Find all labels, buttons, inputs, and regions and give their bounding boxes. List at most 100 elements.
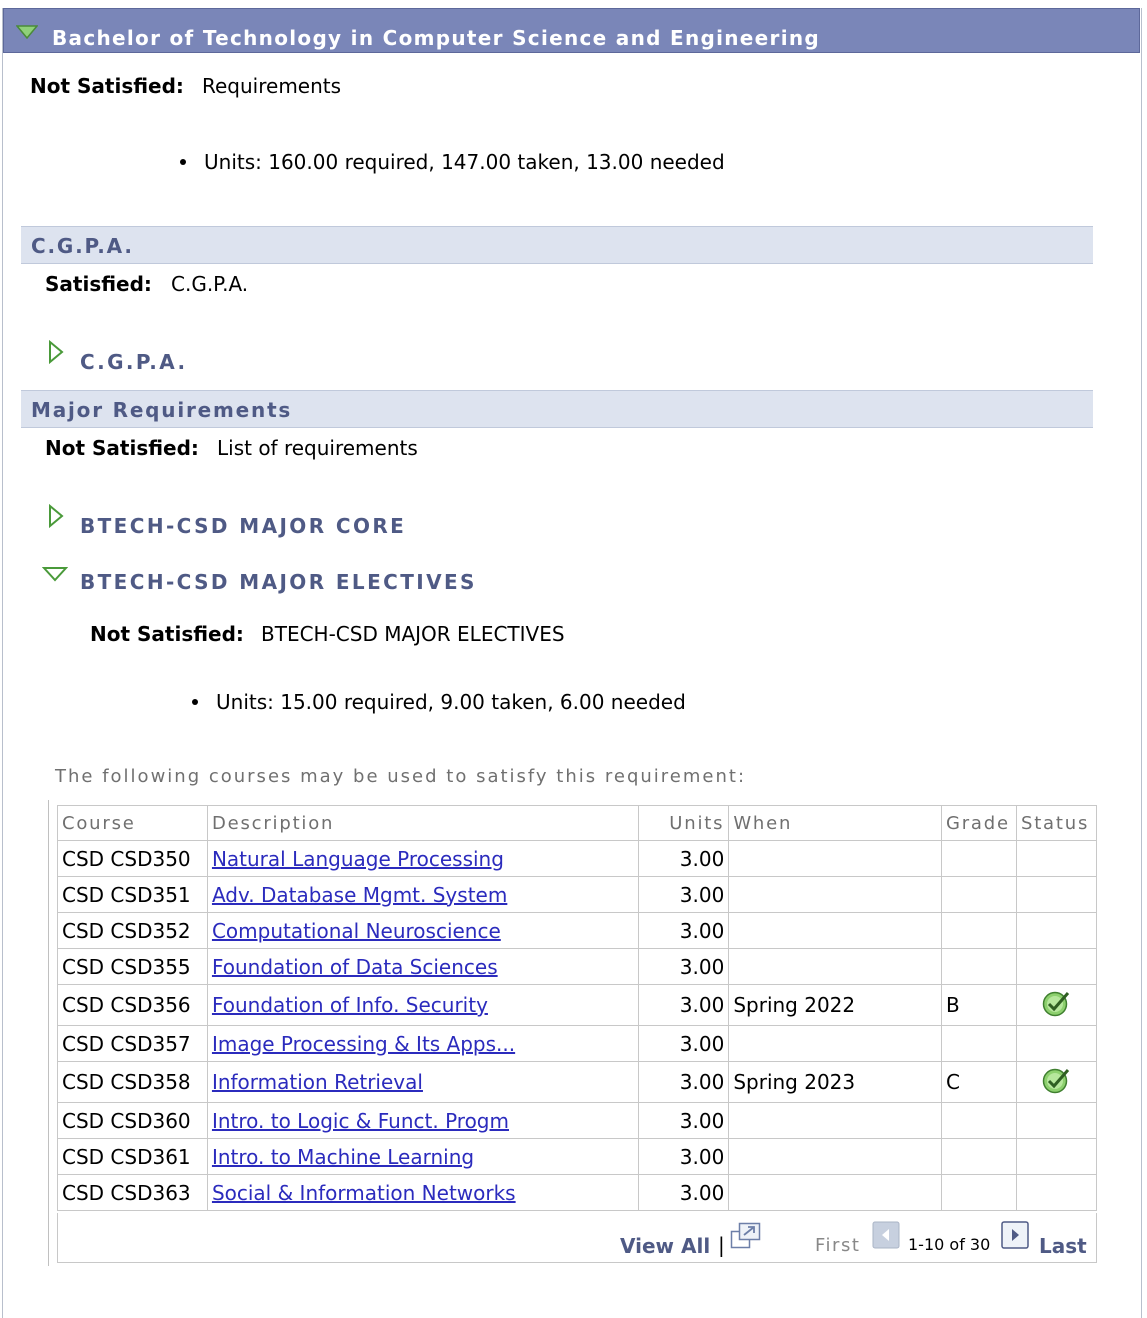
course-grade: C (940, 1061, 1017, 1103)
nav-separator: | (718, 1233, 725, 1257)
course-status (1015, 876, 1098, 913)
program-units-text: Units: 160.00 required, 147.00 taken, 13… (204, 150, 725, 174)
course-status (1015, 1061, 1098, 1103)
course-code: CSD CSD357 (57, 1025, 208, 1062)
column-header-course[interactable]: Course (57, 805, 208, 841)
electives-status-text: BTECH-CSD MAJOR ELECTIVES (261, 622, 565, 646)
course-description-link[interactable]: Information Retrieval (212, 1070, 423, 1094)
program-units-item: Units: 160.00 required, 147.00 taken, 13… (180, 150, 725, 174)
table-row: CSD CSD360 Intro. to Logic & Funct. Progm… (57, 1102, 1098, 1139)
major-section-header: Major Requirements (21, 390, 1093, 428)
course-when: Spring 2023 (728, 1061, 942, 1103)
course-status (1015, 948, 1098, 985)
course-description-cell: Information Retrieval (206, 1061, 640, 1103)
column-header-description[interactable]: Description (206, 805, 640, 841)
course-description-cell: Computational Neuroscience (206, 912, 640, 949)
major-status-text: List of requirements (217, 436, 418, 460)
column-header-status[interactable]: Status (1015, 805, 1098, 841)
course-code: CSD CSD350 (57, 840, 208, 877)
course-description-link[interactable]: Intro. to Logic & Funct. Progm (212, 1109, 509, 1133)
course-description-cell: Foundation of Info. Security (206, 984, 640, 1026)
course-when (728, 948, 942, 985)
course-code: CSD CSD352 (57, 912, 208, 949)
table-row: CSD CSD361 Intro. to Machine Learning 3.00 (57, 1138, 1098, 1175)
view-all-link[interactable]: View All (620, 1234, 710, 1258)
course-description-link[interactable]: Image Processing & Its Apps... (212, 1032, 515, 1056)
course-status (1015, 840, 1098, 877)
course-description-cell: Social & Information Networks (206, 1174, 640, 1211)
course-grade (940, 1025, 1017, 1062)
column-header-when[interactable]: When (728, 805, 942, 841)
course-grade (940, 912, 1017, 949)
course-description-link[interactable]: Foundation of Info. Security (212, 993, 488, 1017)
course-units: 3.00 (638, 1174, 730, 1211)
course-description-cell: Image Processing & Its Apps... (206, 1025, 640, 1062)
course-units: 3.00 (638, 1025, 730, 1062)
courses-caption: The following courses may be used to sat… (55, 766, 747, 787)
page-range: 1-10 of 30 (908, 1235, 991, 1254)
course-description-cell: Foundation of Data Sciences (206, 948, 640, 985)
program-status-text: Requirements (202, 74, 342, 98)
course-status (1015, 984, 1098, 1026)
bullet-icon (180, 158, 186, 165)
course-grid: Course Description Units When Grade Stat… (48, 800, 1098, 1266)
last-page-link[interactable]: Last (1039, 1234, 1087, 1258)
course-when (728, 1138, 942, 1175)
column-header-grade[interactable]: Grade (940, 805, 1017, 841)
course-when (728, 1025, 942, 1062)
cgpa-section-header: C.G.P.A. (21, 226, 1093, 264)
course-table-body: CSD CSD350 Natural Language Processing 3.0… (57, 840, 1098, 1211)
bullet-icon (192, 698, 198, 705)
course-units: 3.00 (638, 1138, 730, 1175)
course-description-link[interactable]: Social & Information Networks (212, 1181, 516, 1205)
course-status (1015, 912, 1098, 949)
table-row: CSD CSD350 Natural Language Processing 3.0… (57, 840, 1098, 877)
triangle-right-icon[interactable] (48, 339, 64, 368)
course-status (1015, 1102, 1098, 1139)
course-grade (940, 1174, 1017, 1211)
course-grade (940, 1138, 1017, 1175)
course-description-link[interactable]: Natural Language Processing (212, 847, 504, 871)
course-code: CSD CSD355 (57, 948, 208, 985)
table-row: CSD CSD351 Adv. Database Mgmt. System 3.00 (57, 876, 1098, 913)
triangle-down-icon[interactable] (15, 24, 39, 43)
course-grade: B (940, 984, 1017, 1026)
course-units: 3.00 (638, 840, 730, 877)
table-header-row: Course Description Units When Grade Stat… (57, 805, 1098, 841)
course-description-link[interactable]: Computational Neuroscience (212, 919, 501, 943)
course-description-link[interactable]: Intro. to Machine Learning (212, 1145, 474, 1169)
course-status (1015, 1174, 1098, 1211)
course-when (728, 912, 942, 949)
course-when (728, 1102, 942, 1139)
popout-icon[interactable] (730, 1222, 762, 1254)
green-check-icon (1041, 1068, 1071, 1099)
electives-units-item: Units: 15.00 required, 9.00 taken, 6.00 … (192, 690, 686, 714)
course-when (728, 1174, 942, 1211)
course-status (1015, 1025, 1098, 1062)
course-status (1015, 1138, 1098, 1175)
table-row: CSD CSD355 Foundation of Data Sciences 3.0… (57, 948, 1098, 985)
course-code: CSD CSD363 (57, 1174, 208, 1211)
next-arrow-icon[interactable] (1001, 1221, 1029, 1253)
course-code: CSD CSD351 (57, 876, 208, 913)
table-row: CSD CSD363 Social & Information Networks 3… (57, 1174, 1098, 1211)
course-code: CSD CSD361 (57, 1138, 208, 1175)
cgpa-group-title[interactable]: C.G.P.A. (80, 350, 188, 374)
course-units: 3.00 (638, 912, 730, 949)
column-header-units[interactable]: Units (638, 805, 730, 841)
major-electives-title[interactable]: BTECH-CSD MAJOR ELECTIVES (80, 570, 477, 594)
course-description-link[interactable]: Foundation of Data Sciences (212, 955, 498, 979)
course-table: Course Description Units When Grade Stat… (57, 805, 1098, 1211)
course-description-cell: Natural Language Processing (206, 840, 640, 877)
triangle-down-icon[interactable] (41, 566, 69, 586)
program-title: Bachelor of Technology in Computer Scien… (52, 26, 821, 50)
table-row: CSD CSD357 Image Processing & Its Apps...… (57, 1025, 1098, 1062)
major-core-title[interactable]: BTECH-CSD MAJOR CORE (80, 514, 406, 538)
course-units: 3.00 (638, 948, 730, 985)
triangle-right-icon[interactable] (48, 503, 64, 532)
course-description-link[interactable]: Adv. Database Mgmt. System (212, 883, 507, 907)
major-status-label: Not Satisfied: (45, 436, 199, 460)
electives-units-text: Units: 15.00 required, 9.00 taken, 6.00 … (216, 690, 686, 714)
program-header-bar[interactable]: Bachelor of Technology in Computer Scien… (3, 8, 1140, 53)
major-section-title: Major Requirements (31, 398, 293, 422)
